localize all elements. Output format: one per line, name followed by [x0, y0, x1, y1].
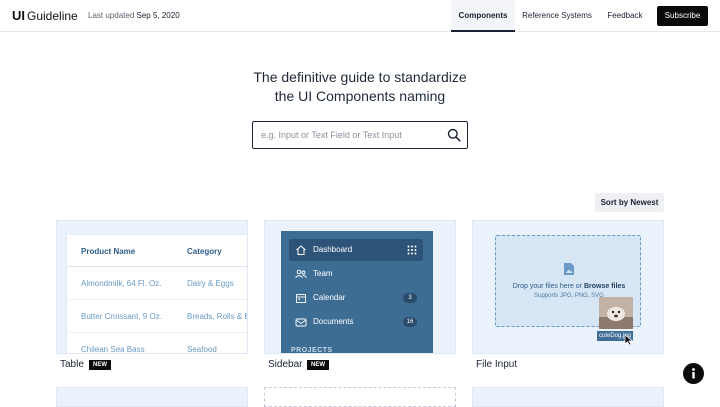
new-badge: NEW — [307, 360, 329, 370]
image-file-icon — [564, 263, 574, 275]
table-column-header: Product Name — [81, 247, 136, 256]
cursor-icon — [624, 334, 634, 346]
sidebar-item-dashboard: Dashboard — [289, 239, 423, 261]
card-label-sidebar[interactable]: Sidebar — [268, 359, 302, 370]
logo[interactable]: UI Guideline — [12, 8, 78, 23]
logo-text: Guideline — [27, 9, 78, 23]
component-card-table[interactable]: Product Name Category Almondmilk, 64 Fl.… — [56, 220, 248, 354]
card-label-table[interactable]: Table — [60, 359, 84, 370]
card-label-file-input[interactable]: File Input — [476, 359, 517, 370]
count-badge: 16 — [403, 317, 417, 327]
table-cell: Seafood — [187, 345, 217, 354]
table-cell: Chilean Sea Bass — [81, 345, 145, 354]
table-row: Almondmilk, 64 Fl. Oz. Dairy & Eggs — [67, 267, 247, 300]
sidebar-item-label: Team — [313, 269, 333, 278]
info-button[interactable] — [683, 363, 704, 384]
last-updated: Last updated Sep 5, 2020 — [88, 11, 180, 20]
count-badge: 3 — [403, 293, 417, 303]
table-cell: Almondmilk, 64 Fl. Oz. — [81, 279, 162, 288]
table-column-header: Category — [187, 247, 222, 256]
grid-icon — [407, 245, 417, 255]
sidebar-item-documents: Documents 16 — [289, 311, 423, 333]
component-card[interactable] — [56, 387, 248, 407]
component-card-file-input[interactable]: Drop your files here or Browse files Sup… — [472, 220, 664, 354]
top-header: UI Guideline Last updated Sep 5, 2020 Com… — [0, 0, 720, 32]
dog-thumbnail — [599, 297, 633, 329]
subscribe-button[interactable]: Subscribe — [657, 6, 708, 26]
table-header-row: Product Name Category — [67, 235, 247, 267]
sidebar-section-heading: PROJECTS — [291, 347, 333, 354]
sidebar-preview: Dashboard Team Calendar 3 Documents 16 P… — [281, 231, 433, 354]
table-cell: Dairy & Eggs — [187, 279, 234, 288]
nav-tab-feedback[interactable]: Feedback — [600, 0, 650, 32]
table-cell: Breads, Rolls & B — [187, 312, 248, 321]
page-title-line-2: the UI Components naming — [274, 88, 446, 104]
component-card-sidebar[interactable]: Dashboard Team Calendar 3 Documents 16 P… — [264, 220, 456, 354]
inbox-icon — [295, 318, 307, 327]
nav-tab-reference-systems[interactable]: Reference Systems — [520, 0, 594, 32]
sidebar-item-label: Documents — [313, 317, 354, 326]
table-cell: Butter Croissant, 9 Oz. — [81, 312, 162, 321]
sidebar-item-label: Dashboard — [313, 245, 353, 254]
drop-text: Drop your files here or — [512, 283, 583, 290]
sidebar-item-label: Calendar — [313, 293, 346, 302]
home-icon — [296, 245, 306, 255]
sort-button[interactable]: Sort by Newest — [595, 193, 664, 212]
dog-photo — [599, 297, 633, 329]
table-row: Chilean Sea Bass Seafood — [67, 333, 247, 354]
sidebar-item-calendar: Calendar 3 — [289, 287, 423, 309]
browse-files-link: Browse files — [583, 283, 626, 290]
search-icon[interactable] — [447, 128, 461, 142]
table-preview: Product Name Category Almondmilk, 64 Fl.… — [67, 235, 248, 354]
table-row: Butter Croissant, 9 Oz. Breads, Rolls & … — [67, 300, 248, 333]
component-card[interactable] — [264, 387, 456, 407]
last-updated-date: Sep 5, 2020 — [136, 11, 180, 20]
component-card[interactable] — [472, 387, 664, 407]
logo-mark: UI — [12, 8, 25, 23]
sidebar-item-team: Team — [289, 263, 423, 285]
users-icon — [295, 269, 307, 279]
page-title-line-1: The definitive guide to standardize — [253, 69, 467, 85]
calendar-icon — [296, 294, 306, 303]
search-input[interactable] — [261, 128, 441, 142]
info-icon — [692, 368, 695, 379]
search-box — [252, 121, 468, 149]
nav-tab-components[interactable]: Components — [451, 0, 515, 32]
drop-instructions: Drop your files here or Browse files — [496, 283, 642, 290]
last-updated-label: Last updated — [88, 11, 135, 20]
new-badge: NEW — [89, 360, 111, 370]
page-title: The definitive guide to standardize the … — [0, 68, 720, 106]
